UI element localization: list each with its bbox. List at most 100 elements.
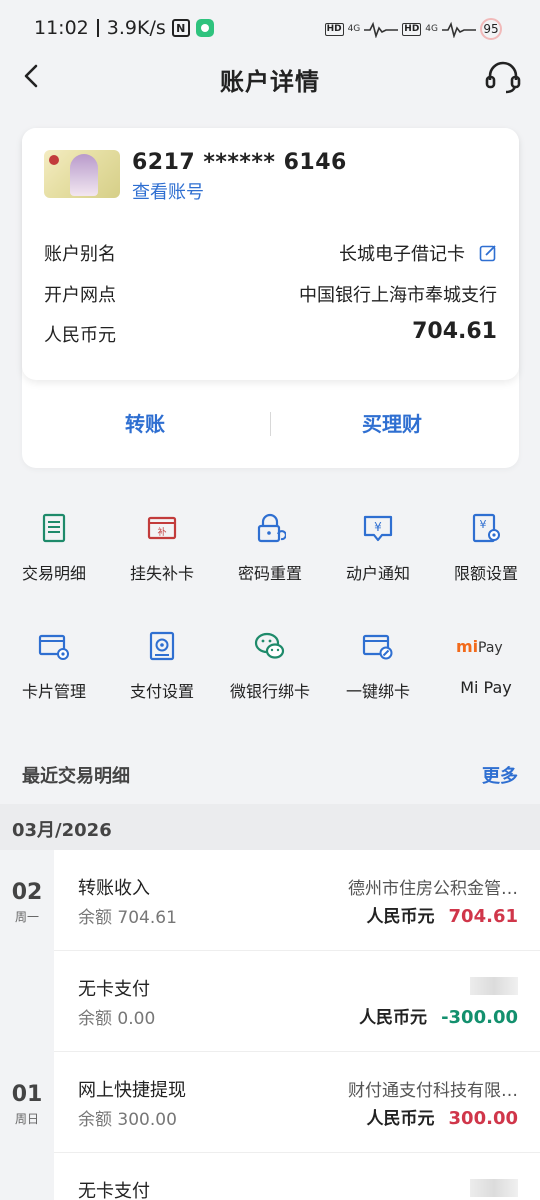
day-group: 02 周一 — [0, 850, 54, 1052]
branch-label: 开户网点 — [44, 285, 116, 306]
card-settings-icon — [38, 634, 69, 660]
yuan-notify-icon: ¥ — [363, 515, 393, 542]
transfer-button[interactable]: 转账 — [125, 408, 165, 437]
quick-action-limit-settings[interactable]: ¥ 限额设置 — [432, 500, 540, 600]
transaction-row[interactable]: 网上快捷提现 余额 300.00 财付通支付科技有限… 人民币元 300.00 — [54, 1052, 540, 1153]
balance-value: 704.61 — [412, 319, 497, 344]
transaction-title: 无卡支付 — [78, 1181, 150, 1200]
card-link-icon — [362, 634, 393, 660]
month-label: 03月/2026 — [12, 820, 112, 841]
quick-action-account-notify[interactable]: ¥ 动户通知 — [324, 500, 432, 600]
quick-action-label: 挂失补卡 — [129, 564, 194, 583]
quick-action-mi-pay[interactable]: mi Pay Mi Pay — [432, 618, 540, 718]
transaction-list: 02 周一 01 周日 转账收入 余额 704.61 德州市住房公积金管… 人民… — [0, 850, 540, 1200]
quick-action-label: 交易明细 — [21, 564, 86, 583]
transaction-row[interactable]: 无卡支付 — [54, 1153, 540, 1200]
account-info-panel: 6217 ****** 6146 查看账号 账户别名 长城电子借记卡 开户网点 … — [22, 128, 519, 380]
alias-label: 账户别名 — [44, 244, 116, 265]
day-number: 01 — [11, 1082, 43, 1107]
view-account-link[interactable]: 查看账号 — [132, 178, 204, 204]
sim1-label: 4G — [347, 24, 361, 34]
signal-icon — [442, 21, 476, 38]
status-bar: 11:02 3.9K/s N HD 4G HD 4G 95 — [0, 0, 540, 58]
card-artwork — [70, 154, 98, 196]
day-weekday: 周一 — [14, 910, 39, 924]
day-number: 02 — [11, 880, 43, 905]
quick-action-label: 密码重置 — [237, 564, 302, 583]
transaction-counterparty: 德州市住房公积金管… — [348, 879, 518, 899]
yuan-settings-icon: ¥ — [472, 513, 500, 543]
quick-action-label: 限额设置 — [453, 564, 518, 583]
mipay-icon: mi Pay — [456, 637, 503, 656]
transaction-row[interactable]: 无卡支付 余额 0.00 人民币元 -300.00 — [54, 951, 540, 1052]
transaction-currency: 人民币元 — [359, 1008, 428, 1028]
quick-action-one-click-bind[interactable]: 一键绑卡 — [324, 618, 432, 718]
day-group: 01 周日 — [0, 1052, 54, 1200]
recent-transactions-header: 最近交易明细 更多 — [0, 748, 540, 804]
customer-service-icon[interactable] — [484, 60, 522, 94]
page-title: 账户详情 — [220, 68, 320, 96]
bank-logo-icon — [49, 155, 59, 165]
masked-counterparty — [470, 977, 518, 995]
list-icon — [42, 513, 66, 543]
edit-icon[interactable] — [479, 244, 497, 262]
currency-label: 人民币元 — [44, 325, 116, 346]
account-card: 6217 ****** 6146 查看账号 账户别名 长城电子借记卡 开户网点 … — [22, 128, 519, 468]
quick-action-payment-settings[interactable]: 支付设置 — [108, 618, 216, 718]
quick-action-label: Mi Pay — [460, 678, 512, 697]
transaction-amount: -300.00 — [441, 1007, 518, 1028]
transaction-title: 转账收入 — [78, 878, 150, 899]
wechat-icon — [254, 632, 285, 659]
transaction-amount-group: 人民币元 -300.00 — [359, 1003, 518, 1028]
sim2-label: 4G — [425, 24, 438, 34]
hd-icon: HD — [402, 22, 422, 36]
transaction-row[interactable]: 转账收入 余额 704.61 德州市住房公积金管… 人民币元 704.61 — [54, 850, 540, 951]
quick-action-report-loss[interactable]: 补 挂失补卡 — [108, 500, 216, 600]
transaction-amount: 300.00 — [448, 1108, 518, 1129]
quick-action-label: 卡片管理 — [21, 682, 86, 701]
svg-text:补: 补 — [157, 526, 166, 538]
transaction-currency: 人民币元 — [366, 1109, 435, 1129]
transaction-currency: 人民币元 — [366, 907, 435, 927]
quick-action-transaction-detail[interactable]: 交易明细 — [0, 500, 108, 600]
transaction-amount: 704.61 — [448, 906, 518, 927]
quick-action-label: 一键绑卡 — [345, 682, 410, 701]
branch-value: 中国银行上海市奉城支行 — [299, 285, 497, 306]
quick-actions-grid: 交易明细 补 挂失补卡 密码重置 ¥ 动户通知 ¥ 限额设置 卡片管理 支付设置… — [0, 500, 540, 720]
card-actions: 转账 买理财 — [22, 380, 519, 468]
transaction-title: 无卡支付 — [78, 979, 150, 1000]
alias-value: 长城电子借记卡 — [339, 244, 465, 265]
card-number: 6217 ****** 6146 — [132, 150, 347, 175]
quick-action-label: 动户通知 — [345, 564, 410, 583]
transaction-title: 网上快捷提现 — [78, 1080, 186, 1101]
month-bar: 03月/2026 — [0, 804, 540, 850]
buy-wealth-button[interactable]: 买理财 — [362, 408, 422, 437]
quick-action-label: 支付设置 — [129, 682, 194, 701]
day-weekday: 周日 — [14, 1112, 39, 1126]
svg-text:Pay: Pay — [478, 640, 503, 656]
card-replace-icon: 补 — [147, 516, 177, 540]
status-time: 11:02 — [34, 17, 89, 39]
branch-row: 开户网点 中国银行上海市奉城支行 — [44, 281, 497, 311]
signal-icon — [364, 21, 399, 38]
masked-counterparty — [470, 1179, 518, 1197]
transaction-amount-group: 人民币元 704.61 — [367, 902, 518, 927]
quick-action-card-management[interactable]: 卡片管理 — [0, 618, 108, 718]
payment-settings-icon — [149, 631, 175, 661]
svg-text:mi: mi — [456, 637, 478, 656]
svg-text:¥: ¥ — [480, 518, 487, 531]
status-left: 11:02 3.9K/s N — [34, 17, 214, 39]
transaction-counterparty: 财付通支付科技有限… — [348, 1081, 518, 1101]
alias-row: 账户别名 长城电子借记卡 — [44, 240, 497, 270]
lock-reset-icon — [257, 513, 286, 543]
svg-text:¥: ¥ — [374, 520, 382, 534]
transaction-balance: 余额 300.00 — [78, 1110, 177, 1130]
status-speed: 3.9K/s — [106, 17, 166, 39]
app-notification-icon — [195, 19, 214, 37]
quick-action-password-reset[interactable]: 密码重置 — [216, 500, 324, 600]
balance-row: 人民币元 704.61 — [44, 319, 497, 351]
alias-value-group: 长城电子借记卡 — [339, 240, 497, 266]
more-link[interactable]: 更多 — [482, 762, 518, 788]
nfc-icon: N — [171, 19, 190, 37]
quick-action-wechat-bind[interactable]: 微银行绑卡 — [216, 618, 324, 718]
